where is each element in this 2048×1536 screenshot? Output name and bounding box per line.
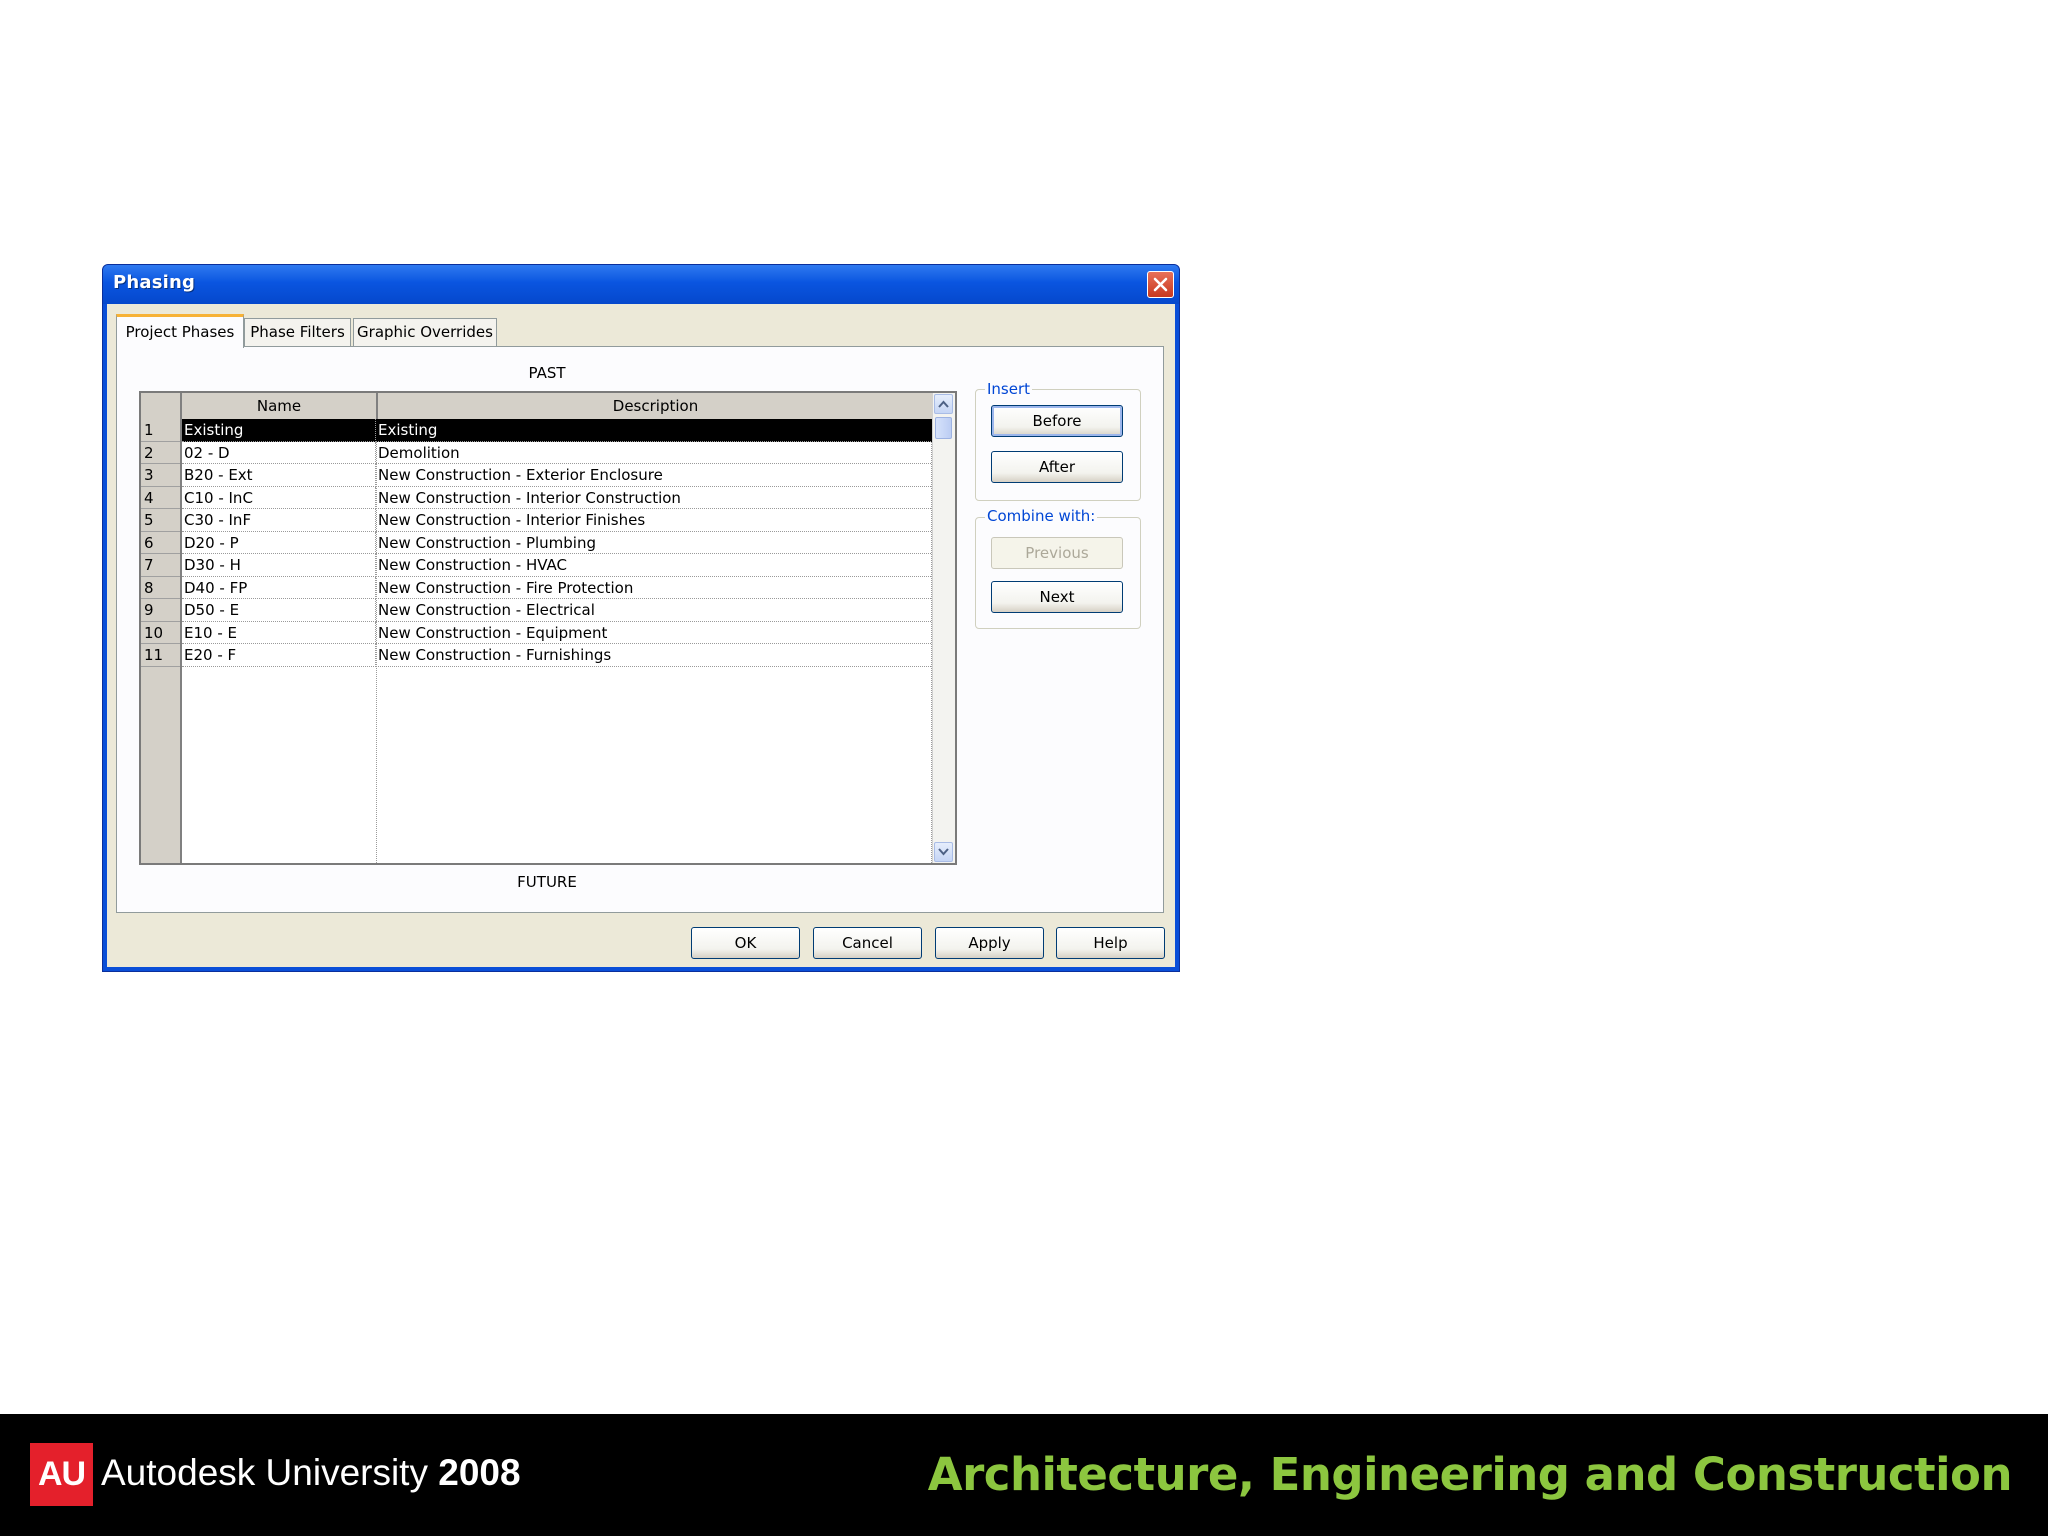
table-row[interactable]: 9 D50 - E New Construction - Electrical: [141, 599, 933, 622]
row-number: 11: [141, 644, 180, 667]
phase-name-cell[interactable]: D20 - P: [182, 531, 376, 554]
phase-description-cell[interactable]: New Construction - Interior Construction: [376, 487, 933, 509]
row-number: 10: [141, 621, 180, 644]
phase-description-cell[interactable]: Demolition: [376, 442, 933, 464]
ok-button[interactable]: OK: [691, 927, 800, 959]
table-row[interactable]: 4 C10 - InC New Construction - Interior …: [141, 486, 933, 509]
table-row[interactable]: 6 D20 - P New Construction - Plumbing: [141, 531, 933, 554]
phase-description-cell[interactable]: New Construction - Electrical: [376, 599, 933, 622]
brand-text: Autodesk University 2008: [101, 1452, 521, 1494]
combine-next-button[interactable]: Next: [991, 581, 1123, 613]
row-number: 3: [141, 464, 180, 487]
insert-after-button[interactable]: After: [991, 451, 1123, 483]
combine-group-label: Combine with:: [985, 507, 1098, 525]
scroll-up-button[interactable]: [934, 394, 953, 414]
phase-name-cell[interactable]: 02 - D: [182, 441, 376, 464]
brand-year: 2008: [438, 1452, 521, 1493]
phase-description-cell[interactable]: New Construction - Exterior Enclosure: [376, 464, 933, 487]
row-number: 7: [141, 554, 180, 577]
phase-name-cell[interactable]: B20 - Ext: [182, 464, 376, 487]
row-number: 6: [141, 531, 180, 554]
column-header-name[interactable]: Name: [182, 393, 378, 419]
row-number: 9: [141, 599, 180, 622]
close-icon: [1153, 277, 1168, 292]
cancel-button[interactable]: Cancel: [813, 927, 922, 959]
dialog-title: Phasing: [113, 272, 196, 293]
slide-footer: AU Autodesk University 2008 Architecture…: [0, 1414, 2048, 1536]
tab-phase-filters[interactable]: Phase Filters: [244, 318, 351, 346]
au-logo: AU: [30, 1443, 93, 1506]
footer-tagline: Architecture, Engineering and Constructi…: [927, 1448, 2013, 1501]
column-header-description[interactable]: Description: [378, 393, 933, 419]
phase-description-cell[interactable]: New Construction - Plumbing: [376, 532, 933, 554]
apply-button[interactable]: Apply: [935, 927, 1044, 959]
close-button[interactable]: [1147, 271, 1174, 298]
row-number: 1: [141, 419, 180, 442]
vertical-scrollbar[interactable]: [932, 393, 955, 863]
chevron-down-icon: [938, 848, 949, 856]
phase-name-cell[interactable]: Existing: [182, 419, 376, 442]
phase-description-cell[interactable]: New Construction - HVAC: [376, 554, 933, 577]
chevron-up-icon: [938, 400, 949, 408]
brand-name: Autodesk University: [101, 1452, 428, 1493]
table-row[interactable]: 5 C30 - InF New Construction - Interior …: [141, 509, 933, 532]
table-row[interactable]: 1 Existing Existing: [141, 419, 933, 442]
combine-previous-button[interactable]: Previous: [991, 537, 1123, 569]
phase-name-cell[interactable]: D30 - H: [182, 554, 376, 577]
future-label: FUTURE: [517, 873, 577, 891]
phase-name-cell[interactable]: C30 - InF: [182, 509, 376, 532]
row-number: 8: [141, 576, 180, 599]
table-row[interactable]: 11 E20 - F New Construction - Furnishing…: [141, 644, 933, 667]
tab-project-phases[interactable]: Project Phases: [116, 314, 244, 348]
table-row[interactable]: 10 E10 - E New Construction - Equipment: [141, 621, 933, 644]
insert-group-label: Insert: [985, 380, 1033, 398]
phase-name-cell[interactable]: E20 - F: [182, 644, 376, 667]
table-row[interactable]: 3 B20 - Ext New Construction - Exterior …: [141, 464, 933, 487]
phase-name-cell[interactable]: C10 - InC: [182, 486, 376, 509]
insert-before-button[interactable]: Before: [991, 405, 1123, 437]
row-number: 5: [141, 509, 180, 532]
phase-name-cell[interactable]: D40 - FP: [182, 576, 376, 599]
row-number: 2: [141, 441, 180, 464]
row-number: 4: [141, 486, 180, 509]
past-label: PAST: [528, 364, 566, 382]
phase-description-cell[interactable]: Existing: [376, 419, 933, 442]
phase-name-cell[interactable]: E10 - E: [182, 621, 376, 644]
phase-description-cell[interactable]: New Construction - Fire Protection: [376, 577, 933, 599]
table-row[interactable]: 2 02 - D Demolition: [141, 441, 933, 464]
scroll-down-button[interactable]: [934, 842, 953, 862]
help-button[interactable]: Help: [1056, 927, 1165, 959]
phases-grid[interactable]: Name Description 1 Existing Existing 2 0…: [139, 391, 957, 865]
table-row[interactable]: 7 D30 - H New Construction - HVAC: [141, 554, 933, 577]
phase-description-cell[interactable]: New Construction - Equipment: [376, 622, 933, 644]
title-bar[interactable]: Phasing: [103, 265, 1179, 304]
phase-description-cell[interactable]: New Construction - Interior Finishes: [376, 509, 933, 532]
phase-description-cell[interactable]: New Construction - Furnishings: [376, 644, 933, 667]
table-row[interactable]: 8 D40 - FP New Construction - Fire Prote…: [141, 576, 933, 599]
phase-name-cell[interactable]: D50 - E: [182, 599, 376, 622]
tab-graphic-overrides[interactable]: Graphic Overrides: [353, 318, 497, 346]
scroll-thumb[interactable]: [935, 417, 952, 439]
grid-corner-cell: [141, 393, 182, 419]
grid-header: Name Description: [141, 393, 933, 420]
